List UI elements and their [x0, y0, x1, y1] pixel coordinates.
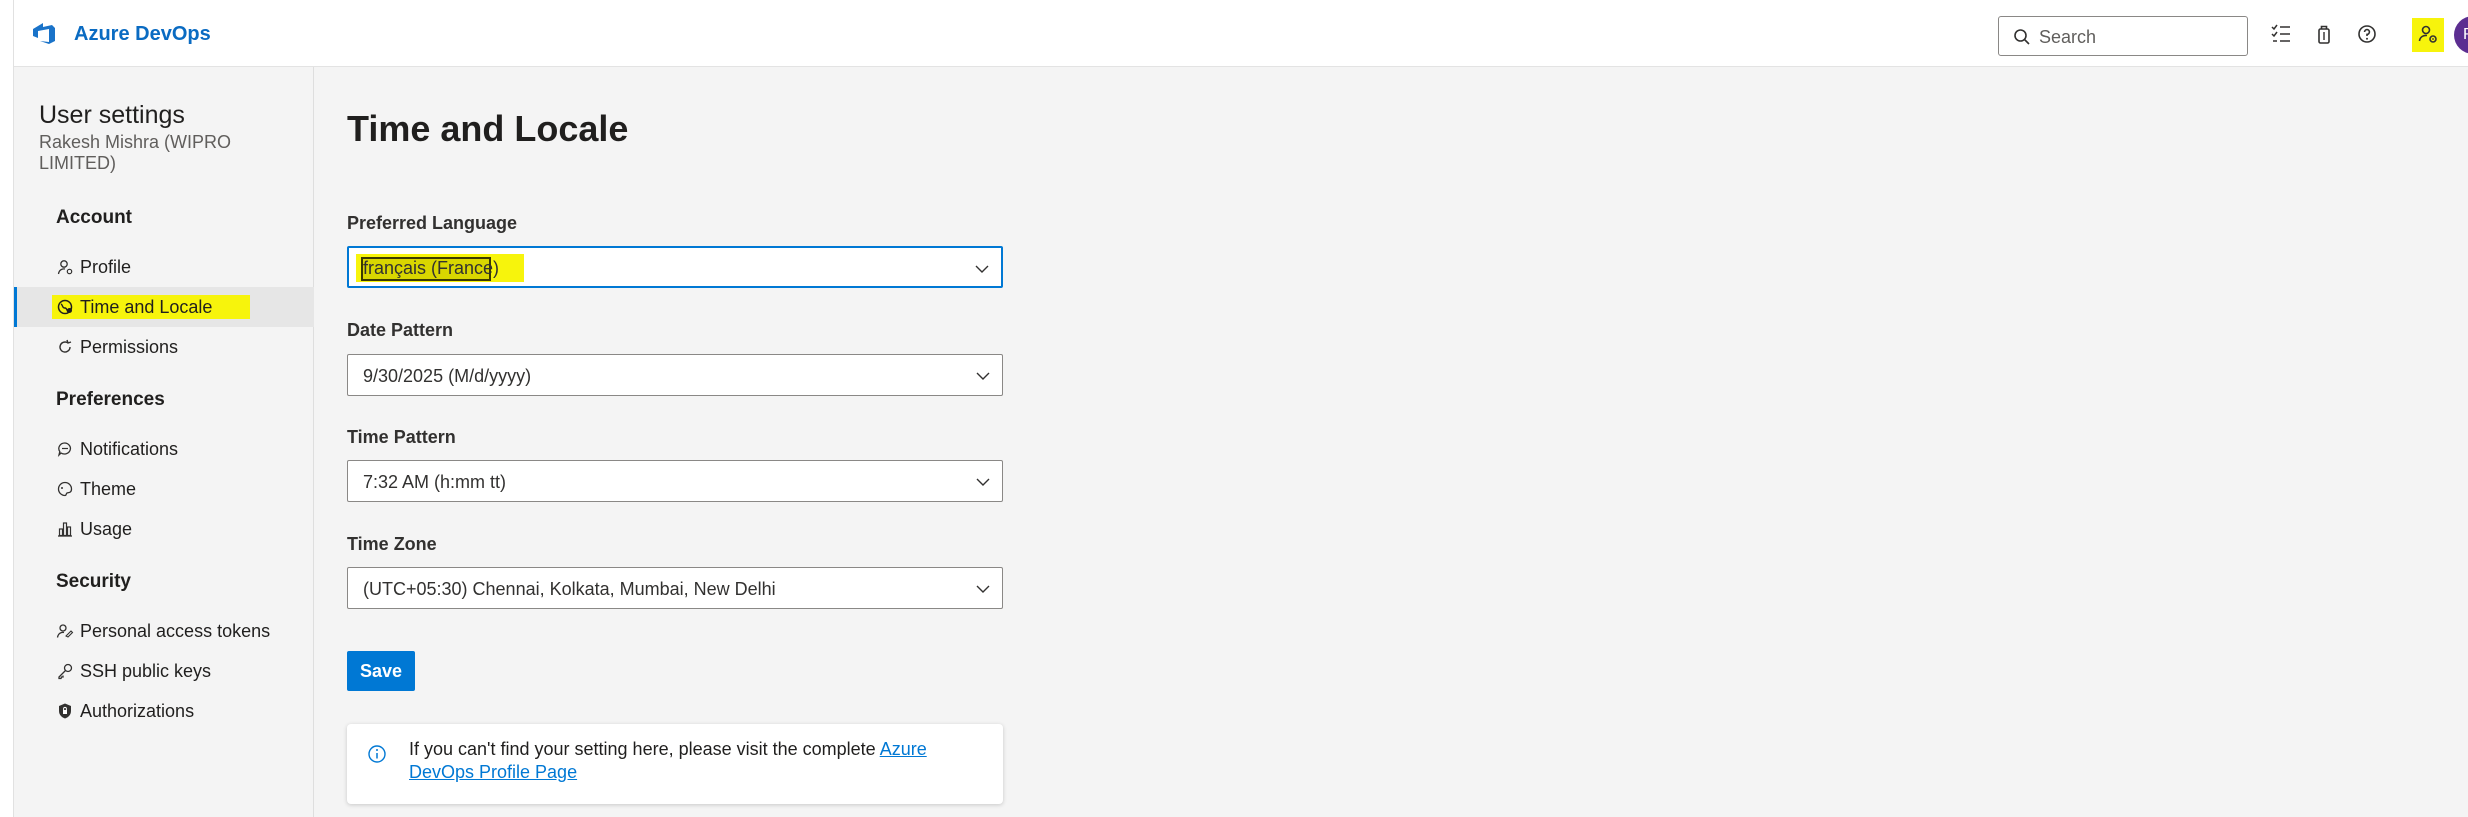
chevron-down-icon — [974, 580, 992, 598]
top-bar: Azure DevOps RM — [14, 0, 2468, 67]
settings-sidebar: User settings Rakesh Mishra (WIPRO LIMIT… — [14, 67, 314, 817]
sidebar-item-permissions[interactable]: Permissions — [14, 327, 314, 367]
sidebar-item-label: Theme — [80, 479, 137, 499]
refresh-icon — [56, 338, 74, 356]
sidebar-item-time-and-locale[interactable]: Time and Locale — [14, 287, 314, 327]
people-icon — [56, 622, 74, 640]
key-icon — [56, 662, 74, 680]
time-zone-dropdown[interactable]: (UTC+05:30) Chennai, Kolkata, Mumbai, Ne… — [347, 567, 1003, 609]
sidebar-item-label: SSH public keys — [80, 661, 212, 681]
search-input[interactable] — [2039, 25, 2239, 49]
section-account: Account — [56, 207, 132, 228]
sidebar-item-ssh-public-keys[interactable]: SSH public keys — [14, 651, 314, 691]
search-icon — [2013, 28, 2031, 46]
info-message-card: If you can't find your setting here, ple… — [347, 724, 1003, 804]
date-pattern-label: Date Pattern — [347, 320, 454, 340]
language-dropdown[interactable]: français (France) — [347, 246, 1003, 288]
sidebar-title: User settings — [39, 101, 185, 129]
azure-devops-logo-icon[interactable] — [30, 20, 58, 48]
date-pattern-dropdown[interactable]: 9/30/2025 (M/d/yyyy) — [347, 354, 1003, 396]
sidebar-item-label: Profile — [80, 257, 132, 277]
sidebar-item-label: Authorizations — [80, 701, 195, 721]
save-button[interactable]: Save — [347, 651, 415, 691]
date-pattern-value: 9/30/2025 (M/d/yyyy) — [363, 366, 532, 386]
chat-icon — [56, 440, 74, 458]
time-pattern-label: Time Pattern — [347, 427, 456, 447]
time-zone-label: Time Zone — [347, 534, 437, 554]
sidebar-item-label: Time and Locale — [80, 297, 213, 317]
time-pattern-value: 7:32 AM (h:mm tt) — [363, 472, 507, 492]
shield-icon — [56, 702, 74, 720]
user-settings-icon[interactable] — [2416, 22, 2440, 46]
chevron-down-icon — [973, 260, 991, 278]
avatar[interactable]: RM — [2454, 16, 2468, 54]
language-value: français (France) — [363, 258, 500, 278]
sidebar-item-label: Personal access tokens — [80, 621, 271, 641]
section-preferences: Preferences — [56, 389, 165, 410]
page-title: Time and Locale — [347, 108, 629, 149]
sidebar-item-notifications[interactable]: Notifications — [14, 429, 314, 469]
marketplace-bag-icon[interactable] — [2312, 22, 2336, 46]
chevron-down-icon — [974, 367, 992, 385]
sidebar-subtitle: Rakesh Mishra (WIPRO LIMITED) — [39, 132, 232, 173]
info-message-text: If you can't find your setting here, ple… — [409, 739, 880, 759]
sidebar-item-personal-access-tokens[interactable]: Personal access tokens — [14, 611, 314, 651]
help-icon[interactable] — [2355, 22, 2379, 46]
usage-icon — [56, 520, 74, 538]
profile-icon — [56, 258, 74, 276]
sidebar-item-label: Permissions — [80, 337, 179, 357]
search-box[interactable] — [1998, 16, 2248, 56]
section-security: Security — [56, 571, 131, 592]
chevron-down-icon — [974, 473, 992, 491]
sidebar-item-authorizations[interactable]: Authorizations — [14, 691, 314, 731]
sidebar-item-profile[interactable]: Profile — [14, 247, 314, 287]
sidebar-item-label: Notifications — [80, 439, 179, 459]
globe-icon — [56, 298, 74, 316]
sidebar-item-label: Usage — [80, 519, 133, 539]
info-icon — [367, 744, 387, 764]
info-message: If you can't find your setting here, ple… — [409, 738, 969, 784]
time-pattern-dropdown[interactable]: 7:32 AM (h:mm tt) — [347, 460, 1003, 502]
time-zone-value: (UTC+05:30) Chennai, Kolkata, Mumbai, Ne… — [363, 579, 776, 599]
brand-name[interactable]: Azure DevOps — [74, 23, 211, 46]
work-items-icon[interactable] — [2269, 22, 2293, 46]
language-label: Preferred Language — [347, 213, 518, 233]
left-edge — [0, 0, 14, 817]
sidebar-item-usage[interactable]: Usage — [14, 509, 314, 549]
palette-icon — [56, 480, 74, 498]
sidebar-item-theme[interactable]: Theme — [14, 469, 314, 509]
